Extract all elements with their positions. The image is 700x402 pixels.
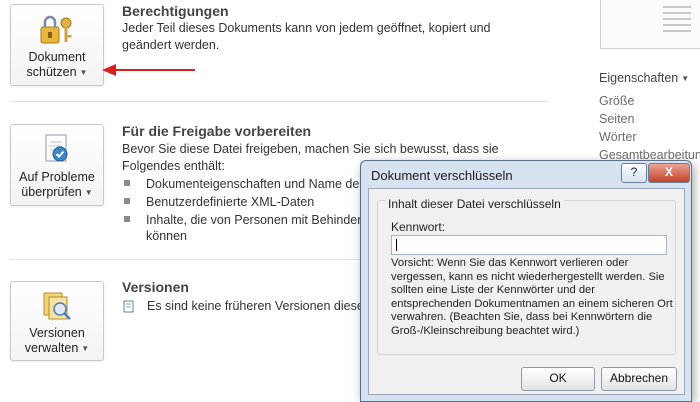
help-button[interactable]: ? <box>621 163 647 183</box>
password-label: Kennwort: <box>391 220 446 234</box>
dropdown-arrow-icon: ▼ <box>84 188 93 198</box>
check-button-label-line2: überprüfen ▼ <box>21 185 93 199</box>
permissions-text: Jeder Teil dieses Dokuments kann von jed… <box>122 21 491 52</box>
dropdown-arrow-icon: ▼ <box>681 74 690 84</box>
dropdown-arrow-icon: ▼ <box>79 68 88 78</box>
text-cursor <box>396 239 397 251</box>
document-thumbnail <box>600 0 700 49</box>
section-divider <box>10 101 548 102</box>
permissions-title: Berechtigungen <box>122 3 229 19</box>
check-button-label-line1: Auf Probleme <box>19 170 95 184</box>
close-button[interactable]: X <box>648 163 690 183</box>
property-size: Größe <box>599 94 635 108</box>
cancel-button[interactable]: Abbrechen <box>601 367 677 391</box>
red-arrow-annotation <box>102 64 195 76</box>
version-document-icon <box>123 300 134 313</box>
versions-button-label-line1: Versionen <box>29 326 85 340</box>
dialog-body: Inhalt dieser Datei verschlüsseln Kennwo… <box>368 188 685 395</box>
manage-versions-button[interactable]: Versionen verwalten ▼ <box>10 281 104 361</box>
versions-button-label-line2: verwalten ▼ <box>24 341 90 355</box>
bullet-item: Dokumenteigenschaften und Name des A <box>124 176 377 192</box>
properties-header[interactable]: Eigenschaften ▼ <box>599 71 689 85</box>
group-title: Inhalt dieser Datei verschlüsseln <box>385 197 564 211</box>
versions-title: Versionen <box>122 279 189 295</box>
bullet-item: Inhalte, die von Personen mit Behinderun <box>124 212 375 228</box>
protect-button-label-line1: Dokument <box>28 50 86 64</box>
protect-button-label-line2: schützen ▼ <box>26 65 88 79</box>
versions-text: Es sind keine früheren Versionen dieser … <box>147 299 381 313</box>
property-pages: Seiten <box>599 112 635 126</box>
password-input[interactable] <box>391 235 667 255</box>
protect-document-button[interactable]: Dokument schützen ▼ <box>10 4 104 86</box>
ok-button[interactable]: OK <box>521 367 595 391</box>
property-words: Wörter <box>599 130 637 144</box>
check-issues-button[interactable]: Auf Probleme überprüfen ▼ <box>10 124 104 206</box>
versions-icon <box>43 292 71 320</box>
bullet-item: Benutzerdefinierte XML-Daten <box>124 194 314 210</box>
section-divider <box>10 259 360 260</box>
encrypt-document-dialog: Dokument verschlüsseln ? X Inhalt dieser… <box>360 160 692 402</box>
prepare-share-title: Für die Freigabe vorbereiten <box>122 123 312 139</box>
password-warning-text: Vorsicht: Wenn Sie das Kennwort verliere… <box>391 257 673 337</box>
lock-key-icon <box>40 15 72 44</box>
dialog-title: Dokument verschlüsseln <box>371 168 513 183</box>
bullet-item-continuation: können <box>146 229 188 243</box>
document-check-icon <box>45 134 68 162</box>
dropdown-arrow-icon: ▼ <box>81 344 90 354</box>
